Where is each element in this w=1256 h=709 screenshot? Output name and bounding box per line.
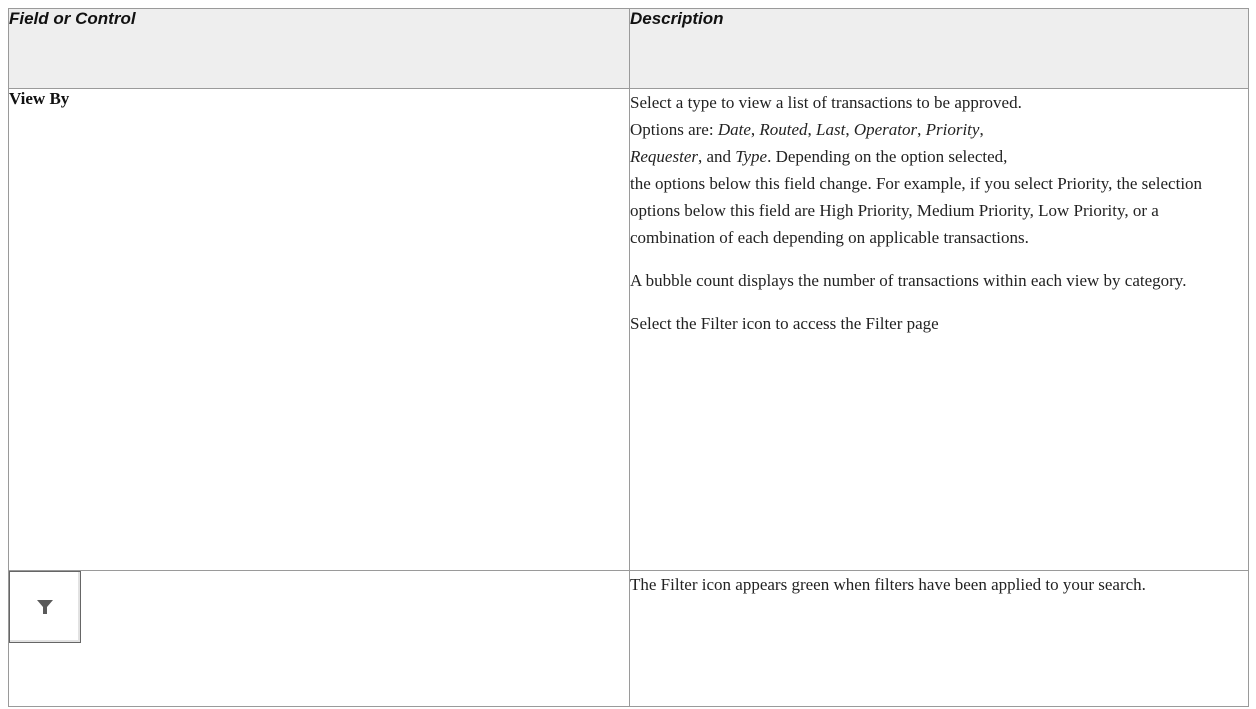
table-row: View By Select a type to view a list of … bbox=[8, 88, 1249, 571]
option-last: Last bbox=[816, 120, 846, 139]
filter-button[interactable] bbox=[9, 571, 81, 643]
header-description: Description bbox=[629, 8, 1249, 89]
separator: , and bbox=[697, 147, 736, 166]
option-date: Date bbox=[717, 120, 751, 139]
separator: , bbox=[807, 120, 817, 139]
separator: , bbox=[979, 120, 984, 139]
description-cell: The Filter icon appears green when filte… bbox=[629, 570, 1249, 707]
separator: , bbox=[845, 120, 854, 139]
description-paragraph: The Filter icon appears green when filte… bbox=[630, 575, 1146, 594]
description-text: Options are: bbox=[630, 120, 718, 139]
field-name-view-by: View By bbox=[8, 88, 630, 571]
description-cell: Select a type to view a list of transact… bbox=[629, 88, 1249, 571]
option-operator: Operator bbox=[853, 120, 918, 139]
description-paragraph: Select the Filter icon to access the Fil… bbox=[630, 314, 939, 333]
option-requester: Requester bbox=[630, 147, 698, 166]
table-row: The Filter icon appears green when filte… bbox=[8, 570, 1249, 707]
description-text: the options below this field change. For… bbox=[630, 174, 1203, 247]
option-routed: Routed bbox=[759, 120, 808, 139]
field-icon-cell bbox=[8, 570, 630, 707]
field-description-table: Field or Control Description View By Sel… bbox=[8, 8, 1249, 707]
description-text: . Depending on the option selected, bbox=[767, 147, 1008, 166]
description-paragraph: Select a type to view a list of transact… bbox=[630, 89, 1248, 251]
separator: , bbox=[917, 120, 926, 139]
description-text: Select a type to view a list of transact… bbox=[630, 93, 1022, 112]
option-type: Type bbox=[735, 147, 768, 166]
filter-icon bbox=[37, 600, 53, 614]
description-paragraph: A bubble count displays the number of tr… bbox=[630, 271, 1187, 290]
option-priority: Priority bbox=[925, 120, 980, 139]
table-header-row: Field or Control Description bbox=[8, 8, 1249, 89]
header-field-or-control: Field or Control bbox=[8, 8, 630, 89]
